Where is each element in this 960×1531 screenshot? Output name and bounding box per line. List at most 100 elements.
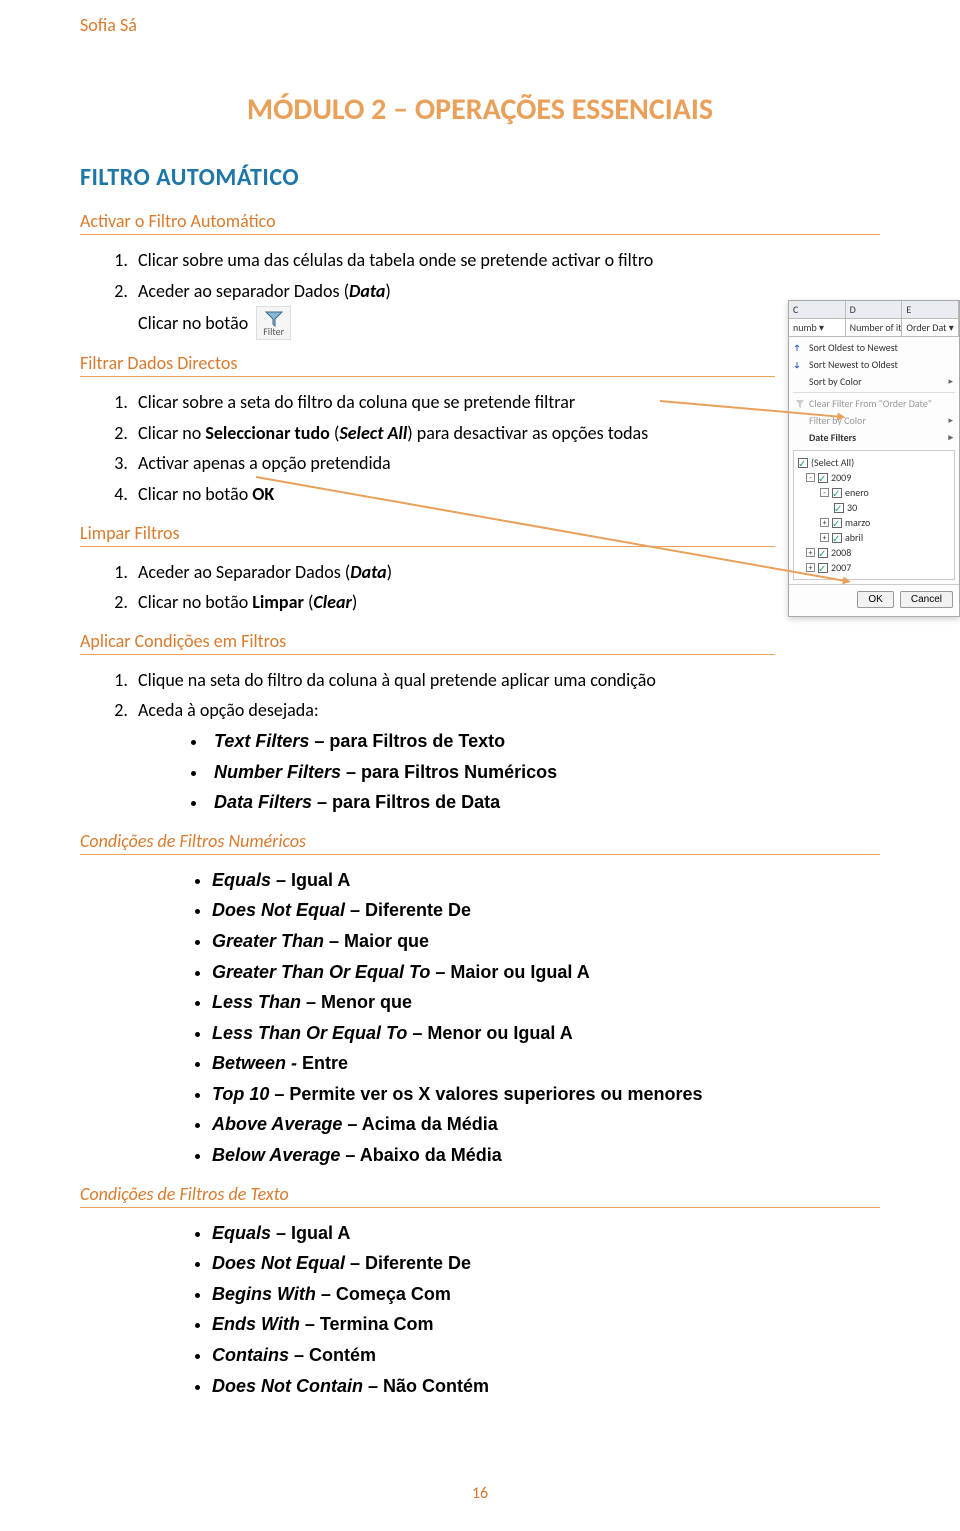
clear-filter-item: Clear Filter From "Order Date" bbox=[789, 395, 959, 412]
filter-button-icon: Filter bbox=[256, 306, 291, 340]
checkbox-icon[interactable] bbox=[818, 563, 828, 573]
expand-icon[interactable]: + bbox=[806, 548, 815, 557]
num-9t: – Abaixo da Média bbox=[340, 1145, 501, 1165]
checkbox-icon[interactable] bbox=[798, 458, 808, 468]
sort-desc-icon bbox=[795, 360, 805, 370]
directos-step-2-pre: Clicar no bbox=[138, 422, 205, 444]
hdr-1[interactable]: Number of ite ▾ bbox=[846, 319, 903, 336]
select-all-label: (Select All) bbox=[811, 455, 854, 470]
tree-enero: enero bbox=[845, 485, 869, 500]
num-2b: Greater Than bbox=[212, 931, 324, 951]
directos-step-3: Activar apenas a opção pretendida bbox=[138, 452, 391, 474]
txt-3t: – Termina Com bbox=[300, 1314, 434, 1334]
activar-step-2-pre: Aceder ao separador Dados ( bbox=[138, 280, 349, 302]
tree-marzo: marzo bbox=[845, 515, 870, 530]
num-7t: – Permite ver os X valores superiores ou… bbox=[269, 1084, 702, 1104]
sort-color-item[interactable]: Sort by Color ▸ bbox=[789, 373, 959, 390]
col-d: D bbox=[846, 301, 903, 318]
num-0t: – Igual A bbox=[271, 870, 350, 890]
num-0b: Equals bbox=[212, 870, 271, 890]
activar-steps: Clicar sobre uma das células da tabela o… bbox=[132, 245, 880, 340]
checkbox-icon[interactable] bbox=[832, 533, 842, 543]
txt-4b: Contains bbox=[212, 1345, 289, 1365]
num-1b: Does Not Equal bbox=[212, 900, 345, 920]
num-8b: Above Average bbox=[212, 1114, 342, 1134]
chevron-right-icon: ▸ bbox=[948, 415, 953, 426]
directos-step-2-post: ) para desactivar as opções todas bbox=[407, 422, 648, 444]
num-3b: Greater Than Or Equal To bbox=[212, 962, 430, 982]
page-number: 16 bbox=[0, 1484, 960, 1503]
section-num-title: Condições de Filtros Numéricos bbox=[80, 830, 880, 855]
num-5t: – Menor ou Igual A bbox=[407, 1023, 572, 1043]
num-9b: Below Average bbox=[212, 1145, 340, 1165]
opt-num-b: Number Filters bbox=[214, 762, 341, 782]
date-filters-label: Date Filters bbox=[809, 431, 856, 444]
limpar-step-2-em: Clear bbox=[313, 591, 351, 613]
opt-data-t: – para Filtros de Data bbox=[312, 792, 500, 812]
num-3t: – Maior ou Igual A bbox=[430, 962, 589, 982]
opt-num-t: – para Filtros Numéricos bbox=[341, 762, 557, 782]
popup-column-letters: C D E bbox=[789, 301, 959, 319]
hdr-2[interactable]: Order Dat ▾ bbox=[902, 319, 959, 336]
collapse-icon[interactable]: - bbox=[806, 473, 815, 482]
num-4b: Less Than bbox=[212, 992, 301, 1012]
txt-5b: Does Not Contain bbox=[212, 1376, 363, 1396]
sort-newest-item[interactable]: Sort Newest to Oldest bbox=[789, 356, 959, 373]
popup-column-headers: numb ▾ Number of ite ▾ Order Dat ▾ bbox=[789, 319, 959, 337]
tree-2007: 2007 bbox=[831, 560, 851, 575]
funnel-clear-icon bbox=[795, 399, 805, 409]
excel-filter-popup: C D E numb ▾ Number of ite ▾ Order Dat ▾… bbox=[788, 300, 960, 617]
txt-5t: – Não Contém bbox=[363, 1376, 489, 1396]
tree-2009: 2009 bbox=[831, 470, 851, 485]
directos-step-2-em: Select All bbox=[339, 422, 407, 444]
num-items: Equals – Igual A Does Not Equal – Difere… bbox=[212, 865, 880, 1171]
directos-step-1: Clicar sobre a seta do filtro da coluna … bbox=[138, 391, 575, 413]
limpar-step-2-post: ) bbox=[352, 591, 357, 613]
clear-filter-label: Clear Filter From "Order Date" bbox=[809, 397, 932, 410]
checkbox-icon[interactable] bbox=[832, 518, 842, 528]
aplicar-step-2: Aceda à opção desejada: bbox=[138, 699, 319, 721]
aplicar-steps: Clique na seta do filtro da coluna à qua… bbox=[132, 665, 880, 818]
limpar-step-2-pre: Clicar no botão bbox=[138, 591, 252, 613]
checkbox-icon[interactable] bbox=[834, 503, 844, 513]
activar-step-2-em: Data bbox=[349, 280, 385, 302]
activar-step-2-post: ) bbox=[385, 280, 390, 302]
num-5b: Less Than Or Equal To bbox=[212, 1023, 407, 1043]
filter-icon-label: Filter bbox=[263, 327, 284, 337]
tree-2008: 2008 bbox=[831, 545, 851, 560]
num-8t: – Acima da Média bbox=[342, 1114, 497, 1134]
collapse-icon[interactable]: - bbox=[820, 488, 829, 497]
directos-step-4-b: OK bbox=[252, 483, 274, 505]
directos-step-4-pre: Clicar no botão bbox=[138, 483, 252, 505]
txt-2b: Begins With bbox=[212, 1284, 316, 1304]
checkbox-icon[interactable] bbox=[818, 473, 828, 483]
ok-button[interactable]: OK bbox=[857, 591, 893, 608]
limpar-step-2-b: Limpar bbox=[252, 591, 304, 613]
txt-0b: Equals bbox=[212, 1223, 271, 1243]
expand-icon[interactable]: + bbox=[806, 563, 815, 572]
txt-0t: – Igual A bbox=[271, 1223, 350, 1243]
txt-3b: Ends With bbox=[212, 1314, 300, 1334]
expand-icon[interactable]: + bbox=[820, 533, 829, 542]
limpar-step-1-em: Data bbox=[350, 561, 386, 583]
sort-oldest-item[interactable]: Sort Oldest to Newest bbox=[789, 339, 959, 356]
activar-step-3: Clicar no botão bbox=[138, 308, 248, 339]
expand-icon[interactable]: + bbox=[820, 518, 829, 527]
chevron-right-icon: ▸ bbox=[948, 376, 953, 387]
num-1t: – Diferente De bbox=[345, 900, 471, 920]
opt-data-b: Data Filters bbox=[214, 792, 312, 812]
checkbox-icon[interactable] bbox=[818, 548, 828, 558]
hdr-0[interactable]: numb ▾ bbox=[789, 319, 846, 336]
activar-step-1: Clicar sobre uma das células da tabela o… bbox=[138, 249, 653, 271]
date-filters-item[interactable]: Date Filters ▸ bbox=[789, 429, 959, 446]
checkbox-icon[interactable] bbox=[832, 488, 842, 498]
num-6t: Entre bbox=[297, 1053, 348, 1073]
col-e: E bbox=[902, 301, 959, 318]
page-heading: FILTRO AUTOMÁTICO bbox=[80, 163, 880, 192]
txt-1b: Does Not Equal bbox=[212, 1253, 345, 1273]
cancel-button[interactable]: Cancel bbox=[900, 591, 953, 608]
filter-tree[interactable]: (Select All) -2009 -enero 30 +marzo +abr… bbox=[793, 450, 955, 580]
sort-oldest-label: Sort Oldest to Newest bbox=[809, 341, 898, 354]
opt-text-b: Text Filters bbox=[214, 731, 309, 751]
directos-step-2-mid: ( bbox=[330, 422, 340, 444]
